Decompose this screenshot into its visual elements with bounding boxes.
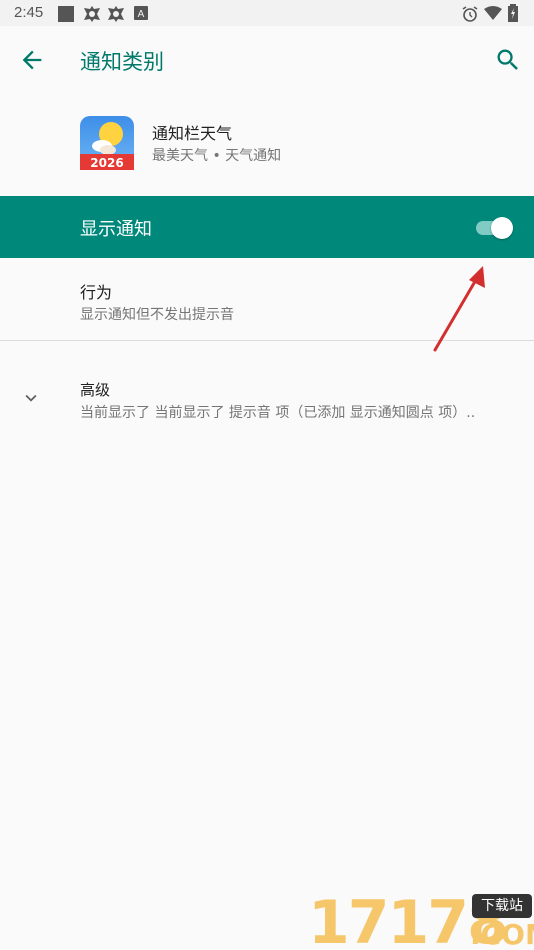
- red-arrow-annotation: [433, 266, 485, 352]
- app-info: 2026 通知栏天气 最美天气 • 天气通知: [0, 92, 534, 196]
- page-title: 通知类别: [80, 50, 164, 74]
- app-bar: 通知类别: [0, 26, 534, 92]
- status-time: 2:45: [14, 4, 44, 21]
- battery-charging-icon: [508, 4, 518, 22]
- app-weather-icon: 2026: [80, 116, 134, 170]
- alarm-icon: [462, 6, 478, 22]
- show-notifications-row[interactable]: 显示通知: [0, 196, 534, 258]
- advanced-row[interactable]: 高级 当前显示了 当前显示了 提示音 项（已添加 显示通知圆点 项）..: [0, 341, 534, 451]
- watermark-badge: 下载站: [472, 894, 532, 918]
- status-bar: 2:45 A: [0, 0, 534, 26]
- sync-icon: [84, 6, 100, 22]
- app-icon-text: 2026: [90, 156, 123, 170]
- behavior-title: 行为: [80, 283, 113, 302]
- app-subtitle: 最美天气 • 天气通知: [152, 148, 282, 164]
- advanced-summary: 当前显示了 当前显示了 提示音 项（已添加 显示通知圆点 项）..: [80, 405, 476, 421]
- square-notification-icon: [58, 6, 74, 22]
- app-name: 通知栏天气: [152, 124, 233, 143]
- watermark-suffix: .COM: [470, 918, 534, 950]
- advanced-title: 高级: [80, 381, 111, 399]
- sync-icon-2: [108, 6, 124, 22]
- site-watermark: 17178 下载站 .COM: [308, 888, 534, 950]
- svg-text:A: A: [138, 9, 145, 20]
- a-badge-icon: A: [134, 6, 148, 20]
- show-notifications-toggle[interactable]: [474, 216, 514, 239]
- show-notifications-label: 显示通知: [80, 219, 152, 240]
- chevron-down-icon: [25, 394, 37, 402]
- arrow-back-icon[interactable]: [18, 46, 46, 74]
- toggle-thumb: [491, 217, 513, 239]
- behavior-summary: 显示通知但不发出提示音: [80, 307, 234, 323]
- search-icon[interactable]: [494, 46, 522, 74]
- wifi-icon: [484, 6, 502, 20]
